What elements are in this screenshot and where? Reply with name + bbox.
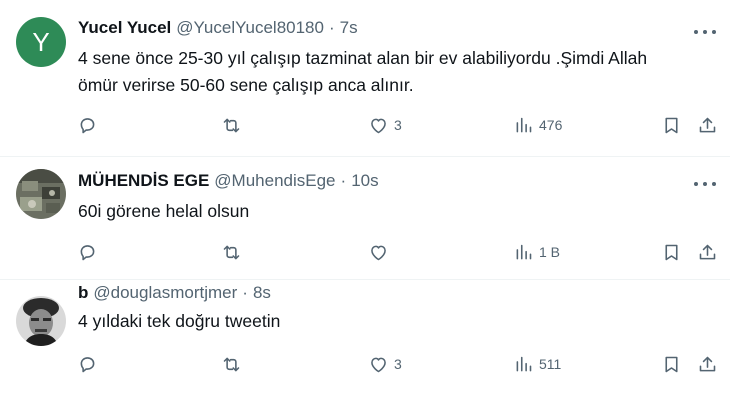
separator: · <box>340 171 347 190</box>
avatar-letter: Y <box>32 26 50 57</box>
tweet-header: b @douglasmortjmer · 8s <box>78 283 271 303</box>
retweet-icon <box>223 245 240 259</box>
share-button[interactable] <box>697 352 718 376</box>
display-name[interactable]: MÜHENDİS EGE <box>78 171 209 191</box>
retweet-button[interactable] <box>221 113 242 137</box>
share-icon <box>699 356 716 371</box>
retweet-button[interactable] <box>221 352 242 376</box>
reply-button[interactable] <box>77 113 98 137</box>
action-bar: 3 511 <box>0 352 730 376</box>
reply-icon <box>80 356 95 372</box>
views-button[interactable]: 1 B <box>513 240 560 264</box>
retweet-button[interactable] <box>221 240 242 264</box>
retweet-icon <box>223 118 240 132</box>
tweet-text: 4 yıldaki tek doğru tweetin <box>78 308 708 335</box>
tweet-text-line: ömür verirse 50-60 sene çalışıp anca alı… <box>78 75 414 95</box>
more-icon[interactable] <box>694 181 716 187</box>
handle[interactable]: @MuhendisEge <box>214 171 335 191</box>
views-icon <box>516 244 532 259</box>
handle[interactable]: @douglasmortjmer <box>93 283 237 303</box>
tweet-text: 60i görene helal olsun <box>78 198 708 225</box>
retweet-icon <box>223 357 240 371</box>
tweet-header: Yucel Yucel @YucelYucel80180 · 7s <box>78 18 358 38</box>
views-icon <box>516 117 532 132</box>
bookmark-icon <box>665 117 678 133</box>
reply-icon <box>80 117 95 133</box>
tweet[interactable]: b @douglasmortjmer · 8s 4 yıldaki tek do… <box>0 280 730 420</box>
share-icon <box>699 117 716 132</box>
bookmark-button[interactable] <box>661 240 682 264</box>
bookmark-button[interactable] <box>661 113 682 137</box>
timestamp[interactable]: 8s <box>253 283 271 303</box>
action-bar: 3 476 <box>0 113 730 137</box>
like-count: 3 <box>394 117 402 133</box>
like-icon <box>371 118 386 133</box>
timestamp[interactable]: 7s <box>340 18 358 38</box>
tweet[interactable]: MÜHENDİS EGE @MuhendisEge · 10s 60i göre… <box>0 157 730 280</box>
like-icon <box>371 245 386 260</box>
like-icon <box>371 357 386 372</box>
reply-icon <box>80 244 95 260</box>
tweet-text: 4 sene önce 25-30 yıl çalışıp tazminat a… <box>78 45 708 99</box>
views-icon <box>516 356 532 371</box>
action-bar: 1 B <box>0 240 730 264</box>
tweet-header: MÜHENDİS EGE @MuhendisEge · 10s <box>78 171 379 191</box>
separator: · <box>328 18 335 37</box>
share-icon <box>699 244 716 259</box>
portrait-avatar <box>16 296 66 346</box>
tweet-text-line: 4 sene önce 25-30 yıl çalışıp tazminat a… <box>78 48 648 68</box>
reply-button[interactable] <box>77 240 98 264</box>
bookmark-button[interactable] <box>661 352 682 376</box>
timestamp[interactable]: 10s <box>351 171 378 191</box>
views-count: 1 B <box>539 244 561 260</box>
tweet[interactable]: Y Yucel Yucel @YucelYucel80180 · 7s 4 se… <box>0 0 730 157</box>
views-count: 476 <box>539 117 563 133</box>
handle[interactable]: @YucelYucel80180 <box>176 18 324 38</box>
views-button[interactable]: 511 <box>513 352 561 376</box>
tweet-text-line: 60i görene helal olsun <box>78 201 250 221</box>
like-button[interactable]: 3 <box>368 113 402 137</box>
avatar[interactable]: Y <box>16 17 66 67</box>
reply-button[interactable] <box>77 352 98 376</box>
avatar[interactable] <box>16 169 66 219</box>
bookmark-icon <box>665 244 678 260</box>
display-name[interactable]: b <box>78 283 88 303</box>
avatar[interactable] <box>16 296 66 346</box>
tweet-feed: Y Yucel Yucel @YucelYucel80180 · 7s 4 se… <box>0 0 730 420</box>
tweet-text-line: 4 yıldaki tek doğru tweetin <box>78 311 281 331</box>
display-name[interactable]: Yucel Yucel <box>78 18 171 38</box>
views-button[interactable]: 476 <box>513 113 562 137</box>
photo-avatar <box>16 169 66 219</box>
share-button[interactable] <box>697 240 718 264</box>
like-button[interactable]: 3 <box>368 352 402 376</box>
more-icon[interactable] <box>694 29 716 35</box>
share-button[interactable] <box>697 113 718 137</box>
separator: · <box>242 283 248 302</box>
bookmark-icon <box>665 356 678 372</box>
views-count: 511 <box>539 356 562 372</box>
like-count: 3 <box>394 356 402 372</box>
like-button[interactable] <box>368 240 394 264</box>
